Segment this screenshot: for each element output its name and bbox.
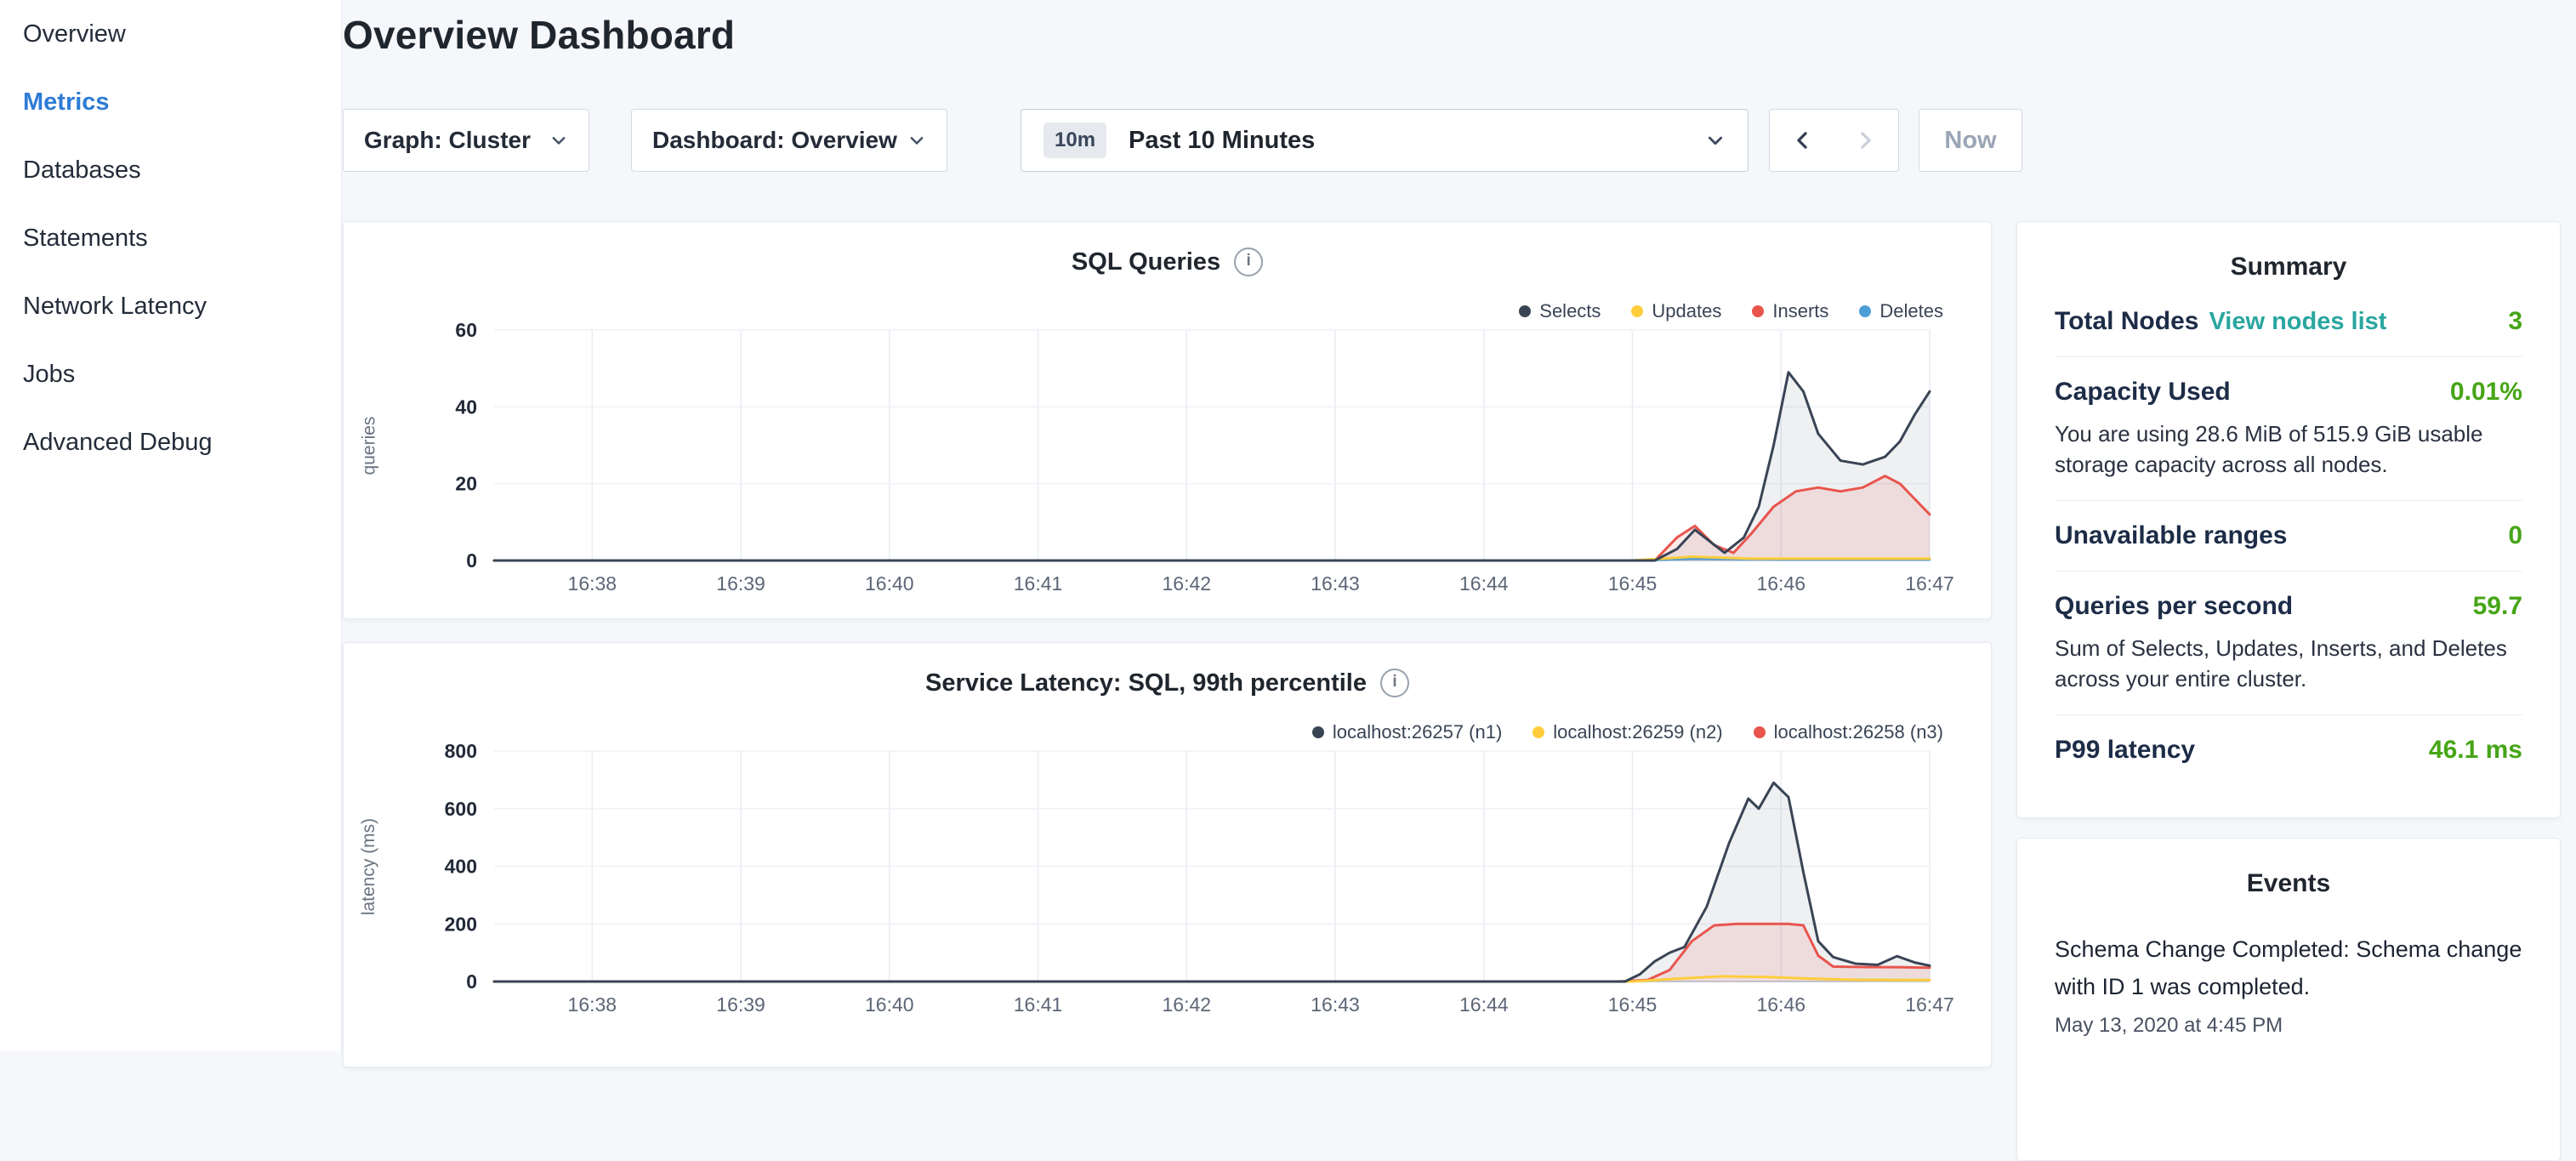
summary-description: Sum of Selects, Updates, Inserts, and De… [2055,633,2522,694]
dashboard-dropdown[interactable]: Dashboard: Overview [631,109,947,172]
x-axis-tick-label: 16:43 [1311,572,1360,595]
now-button[interactable]: Now [1919,109,2022,172]
x-axis-tick-label: 16:46 [1756,993,1805,1016]
legend-dot-icon [1631,305,1643,317]
sidebar-item-statements[interactable]: Statements [0,204,341,272]
chevron-left-icon [1791,129,1813,151]
page-title: Overview Dashboard [343,12,735,58]
sidebar-item-network-latency[interactable]: Network Latency [0,272,341,340]
events-panel: Events Schema Change Completed: Schema c… [2016,838,2561,1161]
summary-value: 0 [2508,521,2522,550]
info-icon[interactable]: i [1380,669,1409,697]
graph-dropdown-label: Graph: Cluster [364,127,531,154]
y-axis-tick-label: 40 [455,396,477,418]
summary-value: 3 [2508,307,2522,336]
x-axis-tick-label: 16:44 [1459,572,1509,595]
y-axis-tick-label: 0 [466,970,477,993]
summary-value: 46.1 ms [2429,736,2522,765]
sidebar-item-advanced-debug[interactable]: Advanced Debug [0,408,341,476]
summary-value: 0.01% [2450,378,2522,407]
summary-label: P99 latency [2055,736,2195,765]
time-range-label: Past 10 Minutes [1129,127,1705,155]
legend-dot-icon [1519,305,1531,317]
chevron-down-icon [549,131,568,150]
sidebar-item-jobs[interactable]: Jobs [0,340,341,408]
x-axis-tick-label: 16:44 [1459,993,1509,1016]
x-axis-tick-label: 16:41 [1014,572,1063,595]
legend-dot-icon [1752,305,1764,317]
summary-value: 59.7 [2473,592,2522,621]
chevron-down-icon [1705,130,1726,151]
sql-queries-chart[interactable]: 16:38 16:39 16:40 16:41 16:42 16:43 16:44 16:45… [375,320,1981,600]
summary-row-unavailable-ranges: Unavailable ranges 0 [2055,501,2522,572]
chevron-right-icon [1855,129,1877,151]
sidebar-nav: OverviewMetricsDatabasesStatementsNetwor… [0,0,341,476]
sidebar-item-metrics[interactable]: Metrics [0,68,341,136]
x-axis-tick-label: 16:39 [716,993,765,1016]
x-axis-tick-label: 16:45 [1608,572,1658,595]
x-axis-tick-label: 16:38 [568,572,617,595]
summary-label: Unavailable ranges [2055,521,2287,550]
y-axis-tick-label: 600 [445,798,477,820]
x-axis-tick-label: 16:45 [1608,993,1658,1016]
x-axis-tick-label: 16:43 [1311,993,1360,1016]
event-item-text[interactable]: Schema Change Completed: Schema change w… [2055,931,2522,1005]
y-axis-tick-label: 0 [466,549,477,572]
x-axis-tick-label: 16:40 [865,572,914,595]
summary-row-capacity-used: Capacity Used 0.01% You are using 28.6 M… [2055,357,2522,501]
summary-row-total-nodes: Total NodesView nodes list 3 [2055,287,2522,357]
y-axis-tick-label: 200 [445,913,477,935]
sql-queries-chart-card: SQL Queries i SelectsUpdatesInsertsDelet… [343,221,1992,619]
y-axis-tick-label: 800 [445,741,477,762]
service-latency-chart-card: Service Latency: SQL, 99th percentile i … [343,642,1992,1067]
now-button-label: Now [1944,127,1996,155]
x-axis-tick-label: 16:40 [865,993,914,1016]
next-time-button[interactable] [1834,109,1899,172]
x-axis-tick-label: 16:39 [716,572,765,595]
legend-dot-icon [1533,726,1544,738]
y-axis-tick-label: 400 [445,856,477,878]
chart-title-sql-queries: SQL Queries [1072,248,1220,276]
summary-row-p99-latency: P99 latency 46.1 ms [2055,715,2522,785]
graph-dropdown[interactable]: Graph: Cluster [343,109,589,172]
prev-time-button[interactable] [1769,109,1834,172]
summary-description: You are using 28.6 MiB of 515.9 GiB usab… [2055,418,2522,480]
summary-label: Capacity Used [2055,378,2231,407]
summary-row-queries-per-second: Queries per second 59.7 Sum of Selects, … [2055,572,2522,715]
events-title: Events [2017,839,2560,898]
series-area-selects [494,373,1930,561]
x-axis-tick-label: 16:47 [1905,572,1954,595]
legend-dot-icon [1312,726,1324,738]
sidebar-item-databases[interactable]: Databases [0,136,341,204]
summary-label: Queries per second [2055,592,2293,621]
summary-title: Summary [2017,222,2560,282]
dashboard-dropdown-label: Dashboard: Overview [652,127,897,154]
series-area-localhost-26258-n3- [494,924,1930,982]
x-axis-tick-label: 16:47 [1905,993,1954,1016]
legend-dot-icon [1859,305,1871,317]
event-item-timestamp: May 13, 2020 at 4:45 PM [2055,1014,2522,1038]
summary-label: Total NodesView nodes list [2055,307,2386,336]
time-range-badge: 10m [1043,122,1106,158]
series-area-inserts [494,476,1930,561]
y-axis-tick-label: 20 [455,473,477,495]
service-latency-chart[interactable]: 16:38 16:39 16:40 16:41 16:42 16:43 16:44 16:45… [375,741,1981,1022]
sidebar: OverviewMetricsDatabasesStatementsNetwor… [0,0,342,1051]
y-axis-tick-label: 60 [455,320,477,341]
summary-panel: Summary Total NodesView nodes list 3 Cap… [2016,221,2561,818]
x-axis-tick-label: 16:38 [568,993,617,1016]
info-icon[interactable]: i [1234,248,1263,276]
series-line-selects [494,373,1930,561]
sidebar-item-overview[interactable]: Overview [0,0,341,68]
x-axis-tick-label: 16:42 [1163,993,1212,1016]
x-axis-tick-label: 16:46 [1756,572,1805,595]
x-axis-tick-label: 16:41 [1014,993,1063,1016]
chevron-down-icon [907,131,926,150]
x-axis-tick-label: 16:42 [1163,572,1212,595]
view-nodes-link[interactable]: View nodes list [2209,308,2386,335]
chart-title-service-latency: Service Latency: SQL, 99th percentile [925,669,1367,697]
time-range-dropdown[interactable]: 10m Past 10 Minutes [1021,109,1749,172]
legend-dot-icon [1754,726,1766,738]
